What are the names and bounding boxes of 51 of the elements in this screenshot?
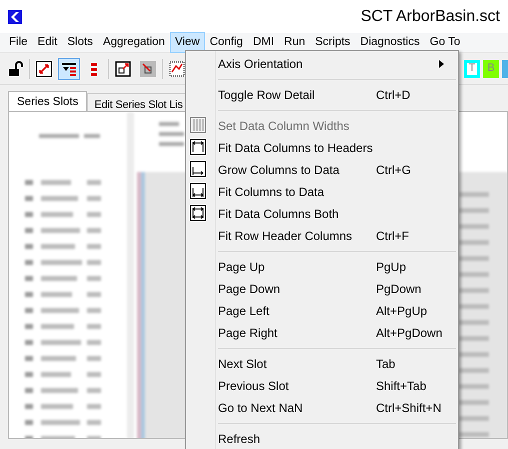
menu-item[interactable]: Next Slot Tab [186, 353, 458, 375]
menu-item[interactable]: Fit Data Columns to Headers [186, 137, 458, 159]
menu-item[interactable]: Previous Slot Shift+Tab [186, 375, 458, 397]
menu-item[interactable]: Page Left Alt+PgUp [186, 300, 458, 322]
menu-item[interactable]: Fit Data Columns Both [186, 203, 458, 225]
shortcut-label: Alt+PgDown [376, 325, 442, 342]
submenu-arrow-icon [439, 60, 444, 68]
column-width-icon [190, 205, 206, 221]
menu-item[interactable]: Page Down PgDown [186, 278, 458, 300]
app-logo-icon [8, 10, 22, 24]
menu-item[interactable]: Axis Orientation [186, 53, 458, 75]
menu-item[interactable]: Aggregation [98, 32, 170, 54]
lock-icon [6, 60, 24, 78]
menu-item[interactable]: Grow Columns to Data Ctrl+G [186, 159, 458, 181]
menu-item[interactable]: Go To [424, 32, 466, 54]
column-width-icon [190, 117, 206, 133]
shortcut-label: Ctrl+F [376, 228, 409, 245]
menu-item[interactable]: Toggle Row Detail Ctrl+D [186, 84, 458, 106]
menu-item[interactable]: Refresh [186, 428, 458, 449]
shortcut-label: Shift+Tab [376, 378, 426, 395]
shortcut-label: Ctrl+D [376, 87, 410, 104]
menu-item[interactable]: Fit Row Header Columns Ctrl+F [186, 225, 458, 247]
menu-item[interactable]: File [4, 32, 33, 54]
menu-item[interactable]: Run [279, 32, 310, 54]
menu-item[interactable]: Diagnostics [355, 32, 425, 54]
filter-list-button[interactable] [58, 58, 80, 80]
shortcut-label: Alt+PgUp [376, 303, 428, 320]
open-window-icon [114, 60, 132, 78]
menu-item[interactable]: Edit [32, 32, 62, 54]
shortcut-label: PgUp [376, 259, 406, 276]
window-title: SCT ArborBasin.sct [360, 6, 500, 26]
menu-item[interactable]: Page Right Alt+PgDown [186, 322, 458, 344]
menu-item[interactable]: Go to Next NaN Ctrl+Shift+N [186, 397, 458, 419]
shortcut-label: Ctrl+Shift+N [376, 400, 442, 417]
menu-item[interactable]: Slots [62, 32, 98, 54]
menu-item[interactable]: DMI [248, 32, 280, 54]
shortcut-label: Tab [376, 356, 396, 373]
menu-item[interactable]: Fit Columns to Data [186, 181, 458, 203]
menu-item[interactable]: Config [204, 32, 248, 54]
menu-item[interactable]: Page Up PgUp [186, 256, 458, 278]
column-width-icon [190, 183, 206, 199]
menu-item[interactable]: Scripts [310, 32, 356, 54]
color-button[interactable]: T [464, 60, 480, 78]
column-width-icon [190, 139, 206, 155]
tab[interactable]: Edit Series Slot Lis [87, 93, 188, 111]
tab[interactable]: Series Slots [8, 91, 88, 111]
shortcut-label: PgDown [376, 281, 422, 298]
shortcut-label: Ctrl+G [376, 162, 412, 179]
close-window-icon [139, 60, 157, 78]
column-width-icon [190, 161, 206, 177]
chart-icon [168, 60, 186, 78]
